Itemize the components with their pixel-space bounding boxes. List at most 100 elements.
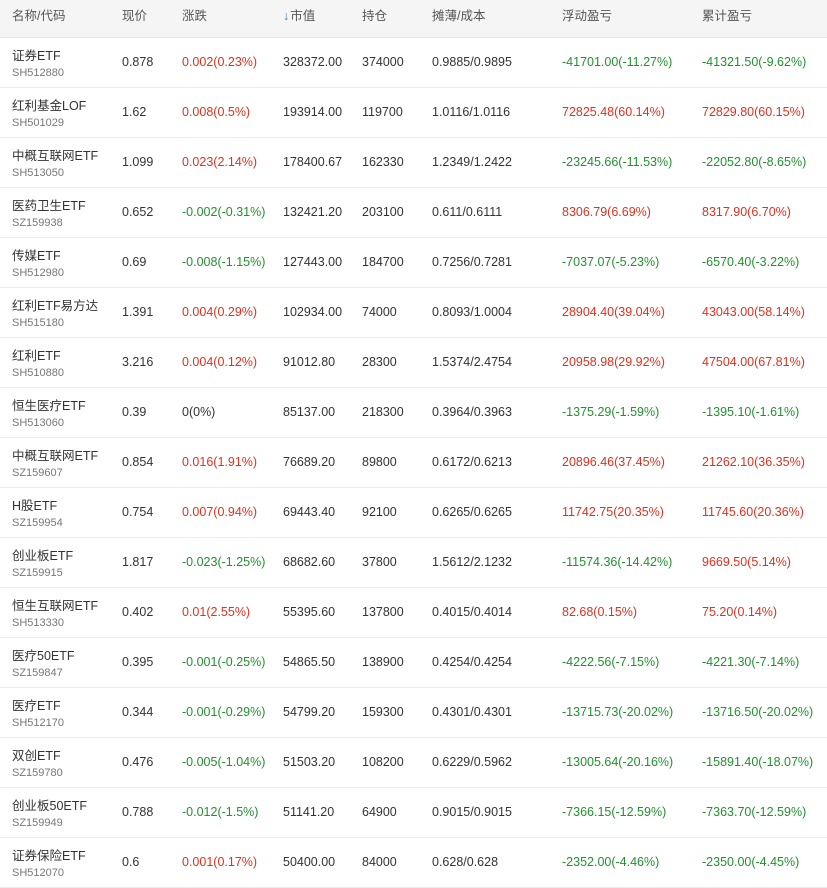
header-float-pnl[interactable]: 浮动盈亏 — [562, 0, 697, 37]
fund-name[interactable]: 医疗50ETF — [12, 645, 75, 664]
table-row[interactable]: 中概互联网ETF SH513050 1.099 0.023(2.14%) 178400.… — [0, 138, 827, 188]
cum-pnl-cell: -7363.70(-12.59%) — [702, 805, 807, 819]
fund-name[interactable]: 创业板ETF — [12, 545, 73, 564]
fund-name[interactable]: 中概互联网ETF — [12, 145, 98, 164]
float-pnl-cell: 82.68(0.15%) — [562, 605, 638, 619]
fund-name[interactable]: H股ETF — [12, 495, 57, 514]
holding-cell: 218300 — [362, 405, 404, 419]
name-code-cell[interactable]: 中概互联网ETF SZ159607 — [12, 438, 117, 487]
cum-pnl-cell: 75.20(0.14%) — [702, 605, 778, 619]
name-code-cell[interactable]: 红利ETF SH510880 — [12, 338, 117, 387]
header-holding[interactable]: 持仓 — [362, 0, 427, 37]
name-code-cell[interactable]: 医疗50ETF SZ159847 — [12, 638, 117, 687]
cum-pnl-cell: 8317.90(6.70%) — [702, 205, 791, 219]
change-cell: 0.01(2.55%) — [182, 605, 251, 619]
cost-cell: 0.9015/0.9015 — [432, 805, 512, 819]
table-row[interactable]: 中概互联网ETF SZ159607 0.854 0.016(1.91%) 76689.2… — [0, 438, 827, 488]
fund-name[interactable]: 医疗ETF — [12, 695, 61, 714]
holding-cell: 138900 — [362, 655, 404, 669]
fund-name[interactable]: 恒生互联网ETF — [12, 595, 98, 614]
fund-code: SZ159780 — [12, 767, 63, 779]
cum-pnl-cell: 72829.80(60.15%) — [702, 105, 805, 119]
fund-name[interactable]: 红利ETF — [12, 345, 61, 364]
float-pnl-cell: -7037.07(-5.23%) — [562, 255, 660, 269]
table-row[interactable]: 医疗50ETF SZ159847 0.395 -0.001(-0.25%) 54865.… — [0, 638, 827, 688]
header-name-code[interactable]: 名称/代码 — [12, 0, 117, 37]
fund-name[interactable]: 证券保险ETF — [12, 845, 86, 864]
float-pnl-cell: -7366.15(-12.59%) — [562, 805, 667, 819]
change-cell: -0.008(-1.15%) — [182, 255, 266, 269]
float-pnl-cell: 20958.98(29.92%) — [562, 355, 665, 369]
table-row[interactable]: 恒生医疗ETF SH513060 0.39 0(0%) 85137.00 218300 0.… — [0, 388, 827, 438]
fund-code: SH512070 — [12, 867, 64, 879]
name-code-cell[interactable]: 证券保险ETF SH512070 — [12, 838, 117, 887]
name-code-cell[interactable]: 双创ETF SZ159780 — [12, 738, 117, 787]
fund-name[interactable]: 恒生医疗ETF — [12, 395, 86, 414]
change-cell: 0.004(0.29%) — [182, 305, 258, 319]
float-pnl-cell: -13715.73(-20.02%) — [562, 705, 674, 719]
price-cell: 0.754 — [122, 505, 154, 519]
table-row[interactable]: 恒生互联网ETF SH513330 0.402 0.01(2.55%) 55395.60… — [0, 588, 827, 638]
name-code-cell[interactable]: 中概互联网ETF SH513050 — [12, 138, 117, 187]
name-code-cell[interactable]: 医疗ETF SH512170 — [12, 688, 117, 737]
change-cell: -0.005(-1.04%) — [182, 755, 266, 769]
holding-cell: 374000 — [362, 55, 404, 69]
table-row[interactable]: 红利ETF易方达 SH515180 1.391 0.004(0.29%) 102934.… — [0, 288, 827, 338]
table-row[interactable]: 传媒ETF SH512980 0.69 -0.008(-1.15%) 127443.00… — [0, 238, 827, 288]
cum-pnl-cell: -4221.30(-7.14%) — [702, 655, 800, 669]
name-code-cell[interactable]: 恒生互联网ETF SH513330 — [12, 588, 117, 637]
change-cell: 0.001(0.17%) — [182, 855, 258, 869]
name-code-cell[interactable]: 证券ETF SH512880 — [12, 38, 117, 87]
table-row[interactable]: 证券ETF SH512880 0.878 0.002(0.23%) 328372.00 3… — [0, 38, 827, 88]
change-cell: -0.001(-0.25%) — [182, 655, 266, 669]
table-row[interactable]: 红利ETF SH510880 3.216 0.004(0.12%) 91012.80 28… — [0, 338, 827, 388]
header-cost[interactable]: 摊薄/成本 — [432, 0, 560, 37]
fund-name[interactable]: 双创ETF — [12, 745, 61, 764]
cost-cell: 0.3964/0.3963 — [432, 405, 512, 419]
fund-name[interactable]: 红利基金LOF — [12, 95, 86, 114]
name-code-cell[interactable]: 医药卫生ETF SZ159938 — [12, 188, 117, 237]
price-cell: 0.39 — [122, 405, 147, 419]
table-row[interactable]: 证券保险ETF SH512070 0.6 0.001(0.17%) 50400.00 84… — [0, 838, 827, 888]
change-cell: 0.004(0.12%) — [182, 355, 258, 369]
fund-name[interactable]: 传媒ETF — [12, 245, 61, 264]
fund-name[interactable]: 证券ETF — [12, 45, 61, 64]
fund-name[interactable]: 医药卫生ETF — [12, 195, 86, 214]
fund-code: SH513330 — [12, 617, 64, 629]
name-code-cell[interactable]: 红利ETF易方达 SH515180 — [12, 288, 117, 337]
holding-cell: 92100 — [362, 505, 397, 519]
table-header: 名称/代码 现价 涨跌 ↓市值 持仓 摊薄/成本 浮动盈亏 累计盈亏 — [0, 0, 827, 38]
header-market-value[interactable]: ↓市值 — [283, 0, 358, 37]
price-cell: 0.69 — [122, 255, 147, 269]
holding-cell: 137800 — [362, 605, 404, 619]
change-cell: -0.023(-1.25%) — [182, 555, 266, 569]
table-row[interactable]: 双创ETF SZ159780 0.476 -0.005(-1.04%) 51503.20… — [0, 738, 827, 788]
table-row[interactable]: 医药卫生ETF SZ159938 0.652 -0.002(-0.31%) 132421… — [0, 188, 827, 238]
table-row[interactable]: 创业板ETF SZ159915 1.817 -0.023(-1.25%) 68682.6… — [0, 538, 827, 588]
fund-name[interactable]: 红利ETF易方达 — [12, 295, 98, 314]
market-value-cell: 178400.67 — [283, 155, 343, 169]
table-row[interactable]: 红利基金LOF SH501029 1.62 0.008(0.5%) 193914.00 1… — [0, 88, 827, 138]
table-row[interactable]: 医疗ETF SH512170 0.344 -0.001(-0.29%) 54799.20… — [0, 688, 827, 738]
fund-name[interactable]: 中概互联网ETF — [12, 445, 98, 464]
fund-code: SZ159607 — [12, 467, 63, 479]
name-code-cell[interactable]: 传媒ETF SH512980 — [12, 238, 117, 287]
header-change[interactable]: 涨跌 — [182, 0, 280, 37]
cost-cell: 0.7256/0.7281 — [432, 255, 512, 269]
name-code-cell[interactable]: 恒生医疗ETF SH513060 — [12, 388, 117, 437]
header-price[interactable]: 现价 — [122, 0, 177, 37]
header-market-value-label: 市值 — [290, 9, 316, 23]
table-row[interactable]: H股ETF SZ159954 0.754 0.007(0.94%) 69443.40 92… — [0, 488, 827, 538]
name-code-cell[interactable]: 红利基金LOF SH501029 — [12, 88, 117, 137]
change-cell: 0.002(0.23%) — [182, 55, 258, 69]
name-code-cell[interactable]: 创业板50ETF SZ159949 — [12, 788, 117, 837]
market-value-cell: 193914.00 — [283, 105, 343, 119]
table-row[interactable]: 创业板50ETF SZ159949 0.788 -0.012(-1.5%) 51141.… — [0, 788, 827, 838]
holding-cell: 119700 — [362, 105, 403, 119]
sort-down-arrow-icon: ↓ — [283, 9, 290, 23]
name-code-cell[interactable]: 创业板ETF SZ159915 — [12, 538, 117, 587]
name-code-cell[interactable]: H股ETF SZ159954 — [12, 488, 117, 537]
market-value-cell: 85137.00 — [283, 405, 336, 419]
header-cum-pnl[interactable]: 累计盈亏 — [702, 0, 827, 37]
fund-name[interactable]: 创业板50ETF — [12, 795, 87, 814]
